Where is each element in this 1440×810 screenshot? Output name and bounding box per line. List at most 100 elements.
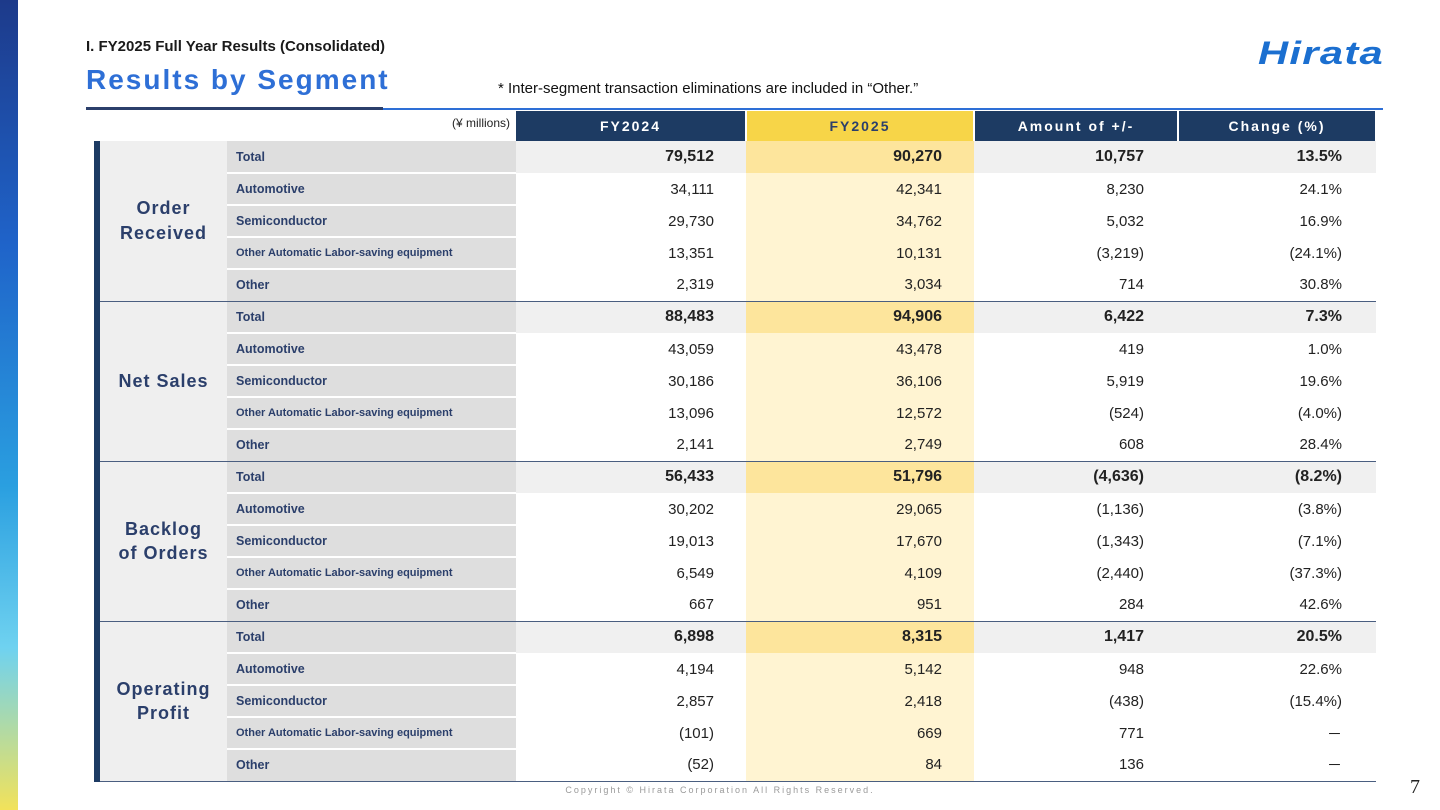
table-row: Other Automatic Labor-saving equipment 13… (97, 237, 1376, 270)
group-label-order-received: Order Received (94, 141, 227, 302)
row-label: Other Automatic Labor-saving equipment (227, 397, 516, 430)
cell-amount: (438) (1108, 692, 1144, 710)
cell-fy2024: 30,202 (668, 500, 714, 518)
row-label: Semiconductor (227, 365, 516, 398)
cell-fy2025: 8,315 (746, 621, 974, 653)
cell-fy2024: 56,433 (516, 461, 746, 493)
table-row: Semiconductor 29,730 34,762 5,032 16.9% (97, 205, 1376, 238)
row-label: Semiconductor (227, 685, 516, 718)
table-row: Net Sales Total 88,483 94,906 6,422 7.3% (94, 301, 1376, 462)
column-header-fy2025: FY2025 (746, 111, 975, 141)
group-label-backlog-of-orders: Backlog of Orders (94, 461, 227, 622)
row-label: Other (227, 269, 516, 302)
cell-amount: 10,757 (974, 141, 1178, 173)
cell-fy2025: 3,034 (746, 269, 974, 302)
cell-fy2025: 669 (746, 717, 974, 749)
row-label: Automotive (227, 653, 516, 686)
title-underline-dark (86, 107, 383, 110)
cell-fy2024: 13,096 (668, 404, 714, 422)
copyright-text: Copyright © Hirata Corporation All Right… (565, 785, 875, 795)
group-label-line: Net Sales (118, 370, 209, 391)
group-label-line: Received (119, 222, 208, 243)
group-label-line: of Orders (118, 543, 209, 563)
cell-change: 22.6% (1299, 660, 1342, 678)
table-row: Semiconductor 30,186 36,106 5,919 19.6% (97, 365, 1376, 398)
cell-fy2024: 43,059 (668, 340, 714, 358)
hirata-logo: Hirata (1258, 36, 1386, 70)
hirata-logo-mark: Hirata (1258, 36, 1383, 70)
cell-change: (24.1%) (1289, 244, 1342, 262)
group-label-line: Order (136, 198, 191, 219)
cell-change: 28.4% (1178, 429, 1376, 462)
cell-fy2025: 951 (746, 589, 974, 622)
cell-amount: 5,032 (1106, 212, 1144, 230)
group-label-net-sales: Net Sales (94, 301, 227, 462)
column-header-change: Change (%) (1178, 111, 1377, 141)
cell-fy2025: 29,065 (746, 493, 974, 525)
title-underline (383, 108, 1383, 110)
row-label: Total (227, 301, 516, 334)
cell-amount: (1,136) (1096, 500, 1144, 518)
cell-amount: (3,219) (1096, 244, 1144, 262)
cell-amount: (4,636) (974, 461, 1178, 493)
cell-fy2024: 30,186 (668, 372, 714, 390)
cell-fy2025: 4,109 (746, 557, 974, 589)
footnote-text: * Inter-segment transaction eliminations… (498, 80, 919, 97)
cell-fy2025: 90,270 (746, 141, 974, 173)
cell-change: (7.1%) (1297, 532, 1342, 550)
cell-fy2024: 19,013 (668, 532, 714, 550)
cell-change: (15.4%) (1289, 692, 1342, 710)
cell-change: (4.0%) (1297, 404, 1342, 422)
table-row: Automotive 4,194 5,142 948 22.6% (97, 653, 1376, 686)
cell-change: 30.8% (1178, 269, 1376, 302)
cell-fy2024: 2,319 (516, 269, 746, 302)
cell-fy2024: (52) (516, 749, 746, 782)
cell-fy2024: 6,898 (516, 621, 746, 653)
row-label: Automotive (227, 493, 516, 526)
cell-change: 13.5% (1178, 141, 1376, 173)
table-row: Backlog of Orders Total 56,433 51,796 (4,636)… (94, 461, 1376, 622)
cell-amount: 1,417 (974, 621, 1178, 653)
cell-fy2025: 2,749 (746, 429, 974, 462)
column-header-fy2024: FY2024 (516, 111, 747, 141)
cell-fy2025: 42,341 (746, 173, 974, 205)
group-label-line: Operating (116, 678, 211, 699)
cell-amount: (2,440) (1096, 564, 1144, 582)
cell-amount: 6,422 (974, 301, 1178, 333)
row-label: Other Automatic Labor-saving equipment (227, 557, 516, 590)
cell-amount: (524) (1108, 404, 1144, 422)
cell-fy2024: 2,857 (676, 692, 714, 710)
cell-fy2025: 5,142 (746, 653, 974, 685)
table-row: Other Automatic Labor-saving equipment 6,… (97, 557, 1376, 590)
cell-change: (37.3%) (1289, 564, 1342, 582)
table-row: Semiconductor 19,013 17,670 (1,343) (7.1%) (97, 525, 1376, 558)
column-header-amount: Amount of +/- (974, 111, 1179, 141)
table-row: Automotive 34,111 42,341 8,230 24.1% (97, 173, 1376, 206)
row-label: Other (227, 429, 516, 462)
cell-fy2024: (101) (678, 724, 714, 742)
cell-fy2025: 51,796 (746, 461, 974, 493)
table-row: Other Automatic Labor-saving equipment 13… (97, 397, 1376, 430)
cell-fy2025: 10,131 (746, 237, 974, 269)
cell-amount: 5,919 (1106, 372, 1144, 390)
group-label-operating-profit: Operating Profit (94, 621, 227, 782)
row-label: Semiconductor (227, 205, 516, 238)
header-spacer-label (227, 111, 516, 141)
cell-fy2025: 2,418 (746, 685, 974, 717)
cell-fy2025: 94,906 (746, 301, 974, 333)
table-row: Automotive 43,059 43,478 419 1.0% (97, 333, 1376, 366)
row-label: Total (227, 141, 516, 174)
table-row: Semiconductor 2,857 2,418 (438) (15.4%) (97, 685, 1376, 718)
cell-change: (3.8%) (1297, 500, 1342, 518)
row-label: Total (227, 461, 516, 494)
cell-amount: 8,230 (1106, 180, 1144, 198)
page-title: Results by Segment (86, 64, 390, 95)
cell-fy2025: 43,478 (746, 333, 974, 365)
cell-fy2025: 34,762 (746, 205, 974, 237)
cell-amount: 136 (974, 749, 1178, 782)
row-label: Other (227, 749, 516, 782)
row-label: Other (227, 589, 516, 622)
header-spacer (97, 111, 227, 141)
group-label-line: Profit (137, 703, 190, 723)
cell-amount: 714 (974, 269, 1178, 302)
